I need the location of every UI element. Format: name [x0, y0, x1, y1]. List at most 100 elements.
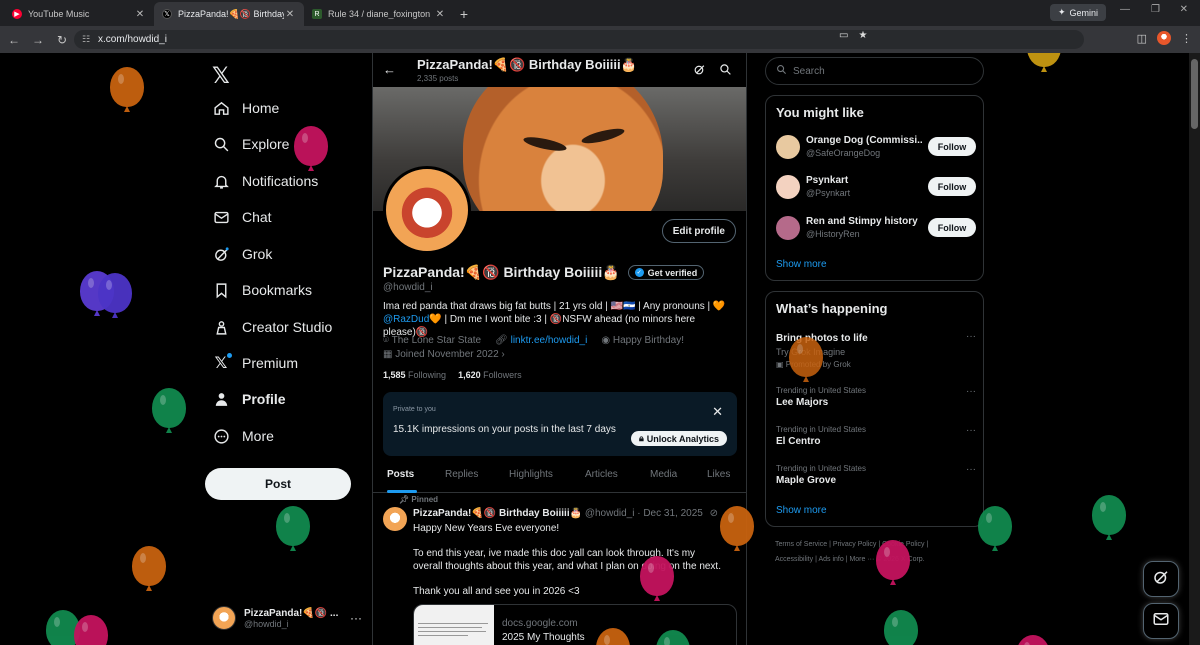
- sidebar-item-explore[interactable]: Explore: [212, 130, 289, 158]
- suggestion-item[interactable]: Orange Dog (Commissi... @SafeOrangeDog F…: [776, 133, 976, 161]
- account-switcher[interactable]: PizzaPanda!🍕🔞 ... @howdid_i ···: [212, 603, 362, 633]
- get-verified-button[interactable]: ✓ Get verified: [627, 265, 705, 280]
- edit-profile-button[interactable]: Edit profile: [661, 219, 736, 243]
- tab-likes[interactable]: Likes: [707, 469, 730, 480]
- close-tab-icon[interactable]: ✕: [434, 9, 446, 20]
- sparkle-icon: ✦: [1057, 7, 1066, 17]
- close-window-icon[interactable]: ✕: [1180, 4, 1188, 15]
- back-arrow-icon[interactable]: ←: [2, 33, 26, 47]
- search-icon: [776, 64, 787, 78]
- tab-youtube-music[interactable]: ▶ YouTube Music ✕: [4, 2, 154, 26]
- back-arrow-icon[interactable]: ←: [383, 62, 396, 77]
- trend-item[interactable]: Trending in United States Lee Majors ···: [776, 386, 976, 408]
- close-icon[interactable]: ✕: [712, 404, 723, 420]
- more-dots-icon[interactable]: ···: [966, 386, 976, 397]
- chrome-menu-icon[interactable]: ⋮: [1181, 32, 1192, 45]
- balloon-icon: [720, 506, 754, 546]
- profile-bio: Ima red panda that draws big fat butts |…: [383, 301, 726, 338]
- sidebar-item-creator-studio[interactable]: Creator Studio: [212, 313, 332, 341]
- x-premium-icon: 𝕏: [212, 353, 232, 372]
- trend-item[interactable]: Trending in United States Maple Grove ··…: [776, 464, 976, 486]
- sidebar-item-notifications[interactable]: Notifications: [212, 167, 318, 195]
- follow-button[interactable]: Follow: [928, 218, 976, 237]
- grok-fab-button[interactable]: [1143, 561, 1179, 597]
- tab-x-profile[interactable]: 𝕏 PizzaPanda!🍕🔞 Birthday Boiiiii🎂 (@howd…: [154, 2, 304, 26]
- show-more-link[interactable]: Show more: [776, 505, 827, 516]
- tab-media[interactable]: Media: [650, 469, 677, 480]
- balloon-icon: [1016, 635, 1050, 645]
- unlock-analytics-button[interactable]: 🔒︎ Unlock Analytics: [631, 431, 727, 446]
- profile-header-bar: ← PizzaPanda!🍕🔞 Birthday Boiiiii🎂 2,335 …: [373, 53, 746, 87]
- url-field[interactable]: ☷ x.com/howdid_i ▭ ★: [74, 30, 1084, 49]
- follow-counts: 1,585 Following 1,620 Followers: [383, 370, 522, 380]
- more-dots-icon[interactable]: ···: [966, 425, 976, 436]
- close-tab-icon[interactable]: ✕: [134, 9, 146, 20]
- reload-icon[interactable]: ↻: [50, 33, 74, 47]
- search-input[interactable]: Search: [765, 57, 984, 85]
- forward-arrow-icon[interactable]: →: [26, 33, 50, 47]
- tab-posts[interactable]: Posts: [387, 469, 414, 480]
- tab-rule34[interactable]: R Rule 34 / diane_foxington ✕: [304, 2, 454, 26]
- minimize-icon[interactable]: —: [1120, 4, 1130, 15]
- avatar[interactable]: [383, 507, 407, 531]
- show-more-link[interactable]: Show more: [776, 259, 827, 270]
- link-card[interactable]: docs.google.com 2025 My Thoughts: [413, 604, 737, 645]
- browser-tab-bar: ▶ YouTube Music ✕ 𝕏 PizzaPanda!🍕🔞 Birthd…: [0, 0, 1200, 26]
- follow-button[interactable]: Follow: [928, 137, 976, 156]
- pinned-label: 📌︎ Pinned: [399, 495, 439, 504]
- following-link[interactable]: 1,585 Following: [383, 370, 446, 380]
- joined-date: ▦ Joined November 2022 ›: [383, 349, 505, 360]
- avatar: [776, 216, 800, 240]
- sidebar-item-more[interactable]: More: [212, 422, 274, 450]
- sidebar-item-grok[interactable]: Grok: [212, 240, 272, 268]
- gemini-button[interactable]: ✦ Gemini: [1049, 4, 1106, 21]
- followers-link[interactable]: 1,620 Followers: [458, 370, 522, 380]
- avatar: [776, 175, 800, 199]
- tab-highlights[interactable]: Highlights: [509, 469, 553, 480]
- suggestion-item[interactable]: Ren and Stimpy history @HistoryRen Follo…: [776, 214, 976, 242]
- grok-icon[interactable]: [693, 63, 706, 79]
- tab-replies[interactable]: Replies: [445, 469, 478, 480]
- tab-articles[interactable]: Articles: [585, 469, 618, 480]
- more-dots-icon[interactable]: ···: [966, 331, 976, 342]
- maximize-icon[interactable]: ❐: [1151, 4, 1160, 15]
- pinned-tweet[interactable]: 📌︎ Pinned PizzaPanda!🍕🔞 Birthday Boiiiii…: [373, 493, 746, 645]
- sidebar-item-bookmarks[interactable]: Bookmarks: [212, 276, 312, 304]
- person-icon: [212, 390, 230, 408]
- grok-icon: [1152, 568, 1170, 591]
- post-button[interactable]: Post: [205, 468, 351, 500]
- bio-mention-link[interactable]: @RazDud🧡: [383, 314, 442, 325]
- suggestion-item[interactable]: Psynkart @Psynkart Follow: [776, 173, 976, 201]
- profile-link[interactable]: 🔗︎ linktr.ee/howdid_i: [495, 335, 587, 346]
- x-logo-icon: 𝕏: [162, 9, 172, 19]
- browser-profile-avatar[interactable]: [1157, 31, 1171, 45]
- site-settings-icon[interactable]: ☷: [82, 34, 90, 45]
- cast-icon[interactable]: ▭: [839, 30, 848, 41]
- balloon-icon: [1092, 495, 1126, 535]
- home-icon: [212, 99, 230, 117]
- close-tab-icon[interactable]: ✕: [284, 9, 296, 20]
- sidebar-item-profile[interactable]: Profile: [212, 385, 286, 413]
- profile-tabs: Posts Replies Highlights Articles Media …: [373, 457, 746, 493]
- side-panel-icon[interactable]: ◫: [1137, 32, 1147, 45]
- scrollbar-thumb[interactable]: [1191, 59, 1198, 129]
- more-dots-icon[interactable]: ···: [966, 464, 976, 475]
- sidebar-item-home[interactable]: Home: [212, 94, 279, 122]
- page-scrollbar[interactable]: [1189, 53, 1200, 645]
- r34-icon: R: [312, 9, 322, 19]
- follow-button[interactable]: Follow: [928, 177, 976, 196]
- balloon-icon: [294, 126, 328, 166]
- footer-links[interactable]: Terms of Service | Privacy Policy | Cook…: [775, 537, 975, 567]
- new-tab-button[interactable]: +: [454, 2, 474, 26]
- messages-fab-button[interactable]: [1143, 603, 1179, 639]
- search-icon[interactable]: [719, 63, 732, 79]
- trend-item[interactable]: Trending in United States El Centro ···: [776, 425, 976, 447]
- location-pin-icon: ⌾: [383, 335, 389, 346]
- star-bookmark-icon[interactable]: ★: [858, 30, 867, 41]
- avatar-art: [399, 182, 455, 238]
- grok-icon[interactable]: ⊘: [710, 508, 718, 519]
- x-logo-icon[interactable]: 𝕏: [212, 63, 230, 89]
- sidebar-item-premium[interactable]: 𝕏 Premium: [212, 349, 298, 377]
- profile-avatar[interactable]: [383, 166, 471, 254]
- sidebar-item-chat[interactable]: Chat: [212, 203, 272, 231]
